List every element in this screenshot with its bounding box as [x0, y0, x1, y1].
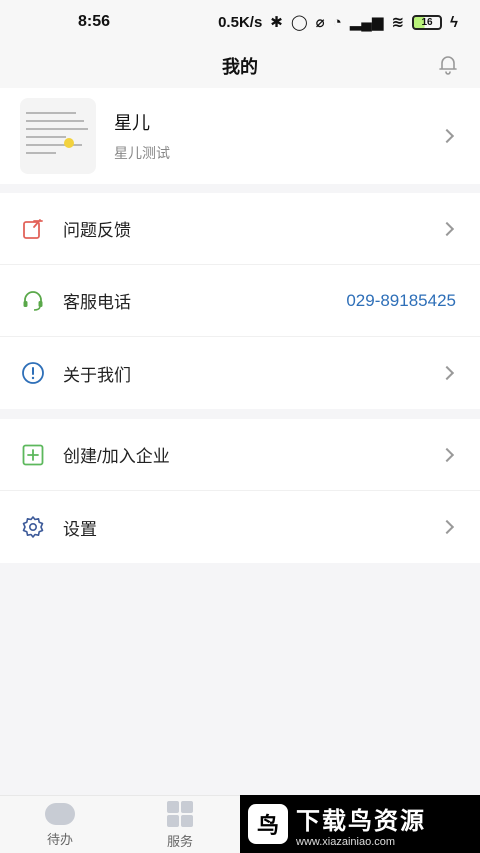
info-icon: [22, 362, 44, 384]
menu-item-about[interactable]: 关于我们: [0, 337, 480, 409]
menu-item-service-phone[interactable]: 客服电话 029-89185425: [0, 265, 480, 337]
chevron-right-icon: [439, 519, 455, 535]
watermark-text: 下载鸟资源 www.xiazainiao.com: [296, 801, 426, 848]
wifi-icon: ≋: [391, 14, 405, 31]
menu-label-service-phone: 客服电话: [63, 293, 131, 312]
menu-item-join-enterprise[interactable]: 创建/加入企业: [0, 419, 480, 491]
headset-icon: [23, 290, 43, 311]
watermark-logo: 鸟: [248, 804, 288, 844]
profile-card[interactable]: 星儿 星儿测试: [0, 88, 480, 184]
tab-label-service: 服务: [166, 833, 193, 849]
feedback-icon: [23, 218, 43, 239]
page-title: 我的: [222, 57, 258, 77]
charging-icon: ϟ: [450, 13, 458, 31]
chevron-right-icon: [439, 365, 455, 381]
chat-bubble-icon: [45, 802, 75, 825]
menu-label-feedback: 问题反馈: [63, 221, 131, 240]
watermark-url: www.xiazainiao.com: [296, 835, 396, 848]
tab-service[interactable]: 服务: [120, 796, 240, 853]
watermark-title: 下载鸟资源: [296, 807, 426, 835]
tab-label-todo: 待办: [46, 831, 73, 847]
chevron-right-icon: [439, 221, 455, 237]
gear-icon: [22, 516, 44, 538]
tab-todo[interactable]: 待办: [0, 796, 120, 853]
add-square-icon: [22, 444, 44, 465]
profile-name: 星儿: [114, 113, 150, 133]
bell-icon[interactable]: [436, 52, 460, 76]
watermark-banner: 鸟 下载鸟资源 www.xiazainiao.com: [240, 795, 480, 853]
service-phone-number[interactable]: 029-89185425: [346, 291, 456, 311]
net-speed: 0.5K/s: [218, 13, 263, 31]
page-header: 我的: [0, 44, 480, 88]
grid-icon: [167, 800, 193, 827]
chevron-right-icon: [439, 447, 455, 463]
menu-label-settings: 设置: [63, 519, 97, 539]
mute-icon: ⌀: [315, 14, 325, 31]
battery-icon: 16: [412, 14, 443, 30]
menu-item-settings[interactable]: 设置: [0, 491, 480, 563]
signal-icon: ▂▄▆: [349, 14, 384, 31]
alarm-icon: ◔: [332, 13, 342, 31]
status-icons: 0.5K/s ✱ ◯ ⌀ ◔ ▂▄▆ ≋ 16 ϟ: [218, 13, 458, 32]
menu-label-join-enterprise: 创建/加入企业: [63, 447, 170, 466]
menu-group-support: 问题反馈 客服电话 029-89185425 关于我们: [0, 193, 480, 409]
status-time: 8:56: [78, 13, 111, 30]
menu-item-feedback[interactable]: 问题反馈: [0, 193, 480, 265]
menu-group-enterprise: 创建/加入企业 设置: [0, 419, 480, 563]
menu-label-about: 关于我们: [63, 365, 131, 385]
chevron-right-icon: [439, 128, 455, 144]
avatar: [20, 98, 96, 174]
profile-info: 星儿 星儿测试: [114, 109, 170, 163]
status-bar: 8:56 0.5K/s ✱ ◯ ⌀ ◔ ▂▄▆ ≋ 16 ϟ: [0, 0, 480, 44]
profile-subtitle: 星儿测试: [114, 145, 170, 161]
bluetooth-icon: ✱: [270, 14, 283, 31]
vibrate-icon: ◯: [290, 14, 308, 31]
